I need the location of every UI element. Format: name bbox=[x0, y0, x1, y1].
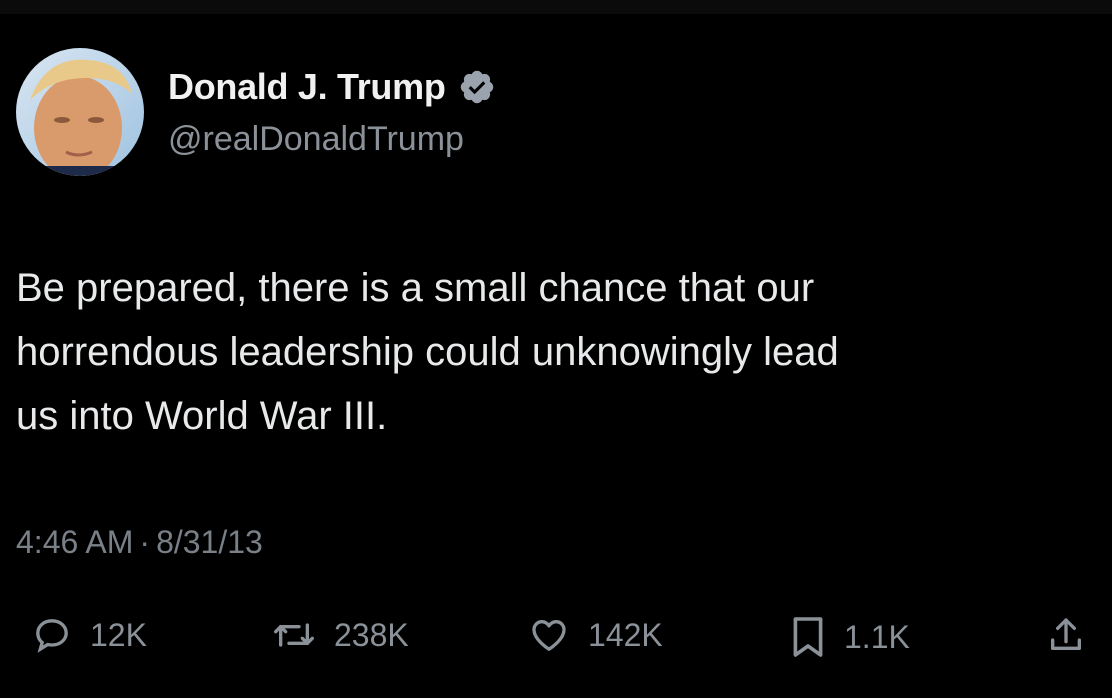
tweet-line: us into World War III. bbox=[16, 394, 388, 438]
tweet-text: Be prepared, there is a small chance tha… bbox=[16, 256, 1076, 448]
retweet-count: 238K bbox=[334, 616, 409, 653]
bookmark-icon bbox=[790, 615, 826, 659]
tweet-time: 4:46 AM bbox=[16, 524, 134, 560]
bookmark-count: 1.1K bbox=[844, 618, 910, 655]
tweet-line: horrendous leadership could unknowingly … bbox=[16, 330, 839, 374]
display-name[interactable]: Donald J. Trump bbox=[168, 66, 446, 108]
bookmark-button[interactable]: 1.1K bbox=[790, 615, 910, 659]
share-icon bbox=[1046, 615, 1086, 655]
tweet-timestamp[interactable]: 4:46 AM · 8/31/13 bbox=[16, 524, 263, 561]
share-button[interactable] bbox=[1046, 615, 1086, 655]
user-handle[interactable]: @realDonaldTrump bbox=[168, 120, 464, 159]
retweet-icon bbox=[272, 615, 316, 655]
reply-count: 12K bbox=[90, 616, 147, 653]
verified-check-icon bbox=[458, 68, 496, 106]
like-button[interactable]: 142K bbox=[528, 615, 663, 655]
retweet-button[interactable]: 238K bbox=[272, 615, 409, 655]
heart-icon bbox=[528, 615, 570, 655]
reply-button[interactable]: 12K bbox=[32, 615, 147, 655]
name-row: Donald J. Trump bbox=[168, 66, 496, 108]
meta-separator: · bbox=[139, 524, 151, 560]
tweet-line: Be prepared, there is a small chance tha… bbox=[16, 266, 815, 310]
tweet-date: 8/31/13 bbox=[156, 524, 263, 560]
reply-icon bbox=[32, 615, 72, 655]
avatar[interactable] bbox=[16, 48, 144, 176]
like-count: 142K bbox=[588, 616, 663, 653]
top-strip bbox=[0, 0, 1112, 14]
avatar-image bbox=[16, 48, 144, 176]
